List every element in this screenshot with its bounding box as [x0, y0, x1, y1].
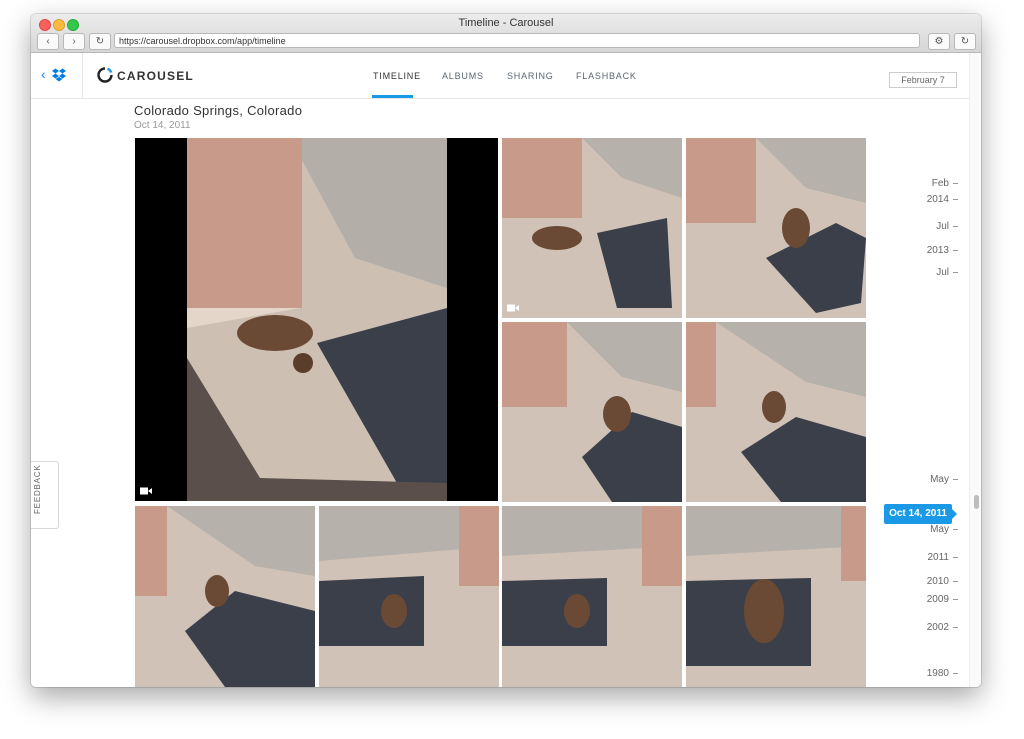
chevron-right-icon: ›: [72, 36, 76, 47]
tab-sharing[interactable]: SHARING: [507, 71, 554, 81]
timeline-item[interactable]: 2009: [927, 594, 958, 605]
timeline-item[interactable]: May: [930, 474, 958, 485]
chevron-left-icon: ‹: [41, 66, 46, 82]
timeline-item[interactable]: 2002: [927, 622, 958, 633]
tab-flashback[interactable]: FLASHBACK: [576, 71, 637, 81]
timeline-item[interactable]: 1980: [927, 668, 958, 679]
timeline-item[interactable]: Jul: [936, 267, 958, 278]
video-camera-icon: [507, 304, 519, 312]
settings-button[interactable]: ⚙: [928, 33, 950, 50]
carousel-logo-icon: [97, 67, 113, 83]
squirrel-photo: [502, 138, 682, 318]
reload-icon: ↻: [95, 36, 105, 47]
gear-icon: ⚙: [934, 36, 944, 47]
squirrel-photo: [187, 138, 447, 501]
timeline-item[interactable]: 2010: [927, 576, 958, 587]
feedback-label: FEEDBACK: [33, 464, 42, 514]
squirrel-photo: [686, 138, 866, 318]
page-content: ‹ CAROUSEL TIMELINE ALBUMS SHARING FLASH…: [31, 53, 981, 687]
title-bar: Timeline - Carousel ‹ › ↻ https://carous…: [31, 14, 981, 53]
timeline-item[interactable]: Feb: [932, 178, 958, 189]
reload-icon: ↻: [960, 36, 970, 47]
timeline-item[interactable]: 2014: [927, 194, 958, 205]
tab-albums[interactable]: ALBUMS: [442, 71, 484, 81]
photo-tile[interactable]: [135, 506, 315, 687]
photo-tile[interactable]: [502, 322, 682, 502]
squirrel-photo: [686, 506, 866, 687]
squirrel-photo: [686, 322, 866, 502]
timeline-item[interactable]: Jul: [936, 221, 958, 232]
timeline-hover-tooltip: February 7: [889, 72, 957, 88]
photo-tile-large[interactable]: [135, 138, 498, 501]
event-date: Oct 14, 2011: [134, 120, 191, 131]
browser-forward-button[interactable]: ›: [63, 33, 85, 50]
photo-tile[interactable]: [686, 506, 866, 687]
photo-tile[interactable]: [686, 138, 866, 318]
dropbox-logo-icon: [52, 68, 66, 82]
squirrel-photo: [135, 506, 315, 687]
refresh-button[interactable]: ↻: [954, 33, 976, 50]
photo-tile[interactable]: [502, 138, 682, 318]
address-bar[interactable]: https://carousel.dropbox.com/app/timelin…: [114, 33, 920, 48]
app-header: ‹ CAROUSEL TIMELINE ALBUMS SHARING FLASH…: [31, 53, 969, 99]
squirrel-photo: [502, 322, 682, 502]
brand-name: CAROUSEL: [117, 69, 194, 83]
photo-tile[interactable]: [319, 506, 499, 687]
video-camera-icon: [140, 487, 152, 495]
timeline-item[interactable]: 2011: [927, 552, 958, 563]
dropbox-back-button[interactable]: ‹: [31, 53, 83, 98]
window-title: Timeline - Carousel: [458, 17, 554, 29]
timeline-item[interactable]: May: [930, 524, 958, 535]
squirrel-photo: [319, 506, 499, 687]
feedback-tab[interactable]: FEEDBACK: [31, 461, 59, 529]
page-scrollbar[interactable]: [969, 53, 981, 687]
event-location: Colorado Springs, Colorado: [134, 103, 303, 118]
scrollbar-thumb[interactable]: [974, 495, 979, 509]
browser-window: Timeline - Carousel ‹ › ↻ https://carous…: [31, 14, 981, 687]
photo-tile[interactable]: [502, 506, 682, 687]
browser-back-button[interactable]: ‹: [37, 33, 59, 50]
timeline-current-date: Oct 14, 2011: [884, 504, 957, 524]
active-tab-indicator: [372, 95, 413, 98]
tab-timeline[interactable]: TIMELINE: [373, 71, 421, 81]
chevron-left-icon: ‹: [46, 36, 50, 47]
photo-tile[interactable]: [686, 322, 866, 502]
timeline-item[interactable]: 2013: [927, 245, 958, 256]
reload-button[interactable]: ↻: [89, 33, 111, 50]
squirrel-photo: [502, 506, 682, 687]
